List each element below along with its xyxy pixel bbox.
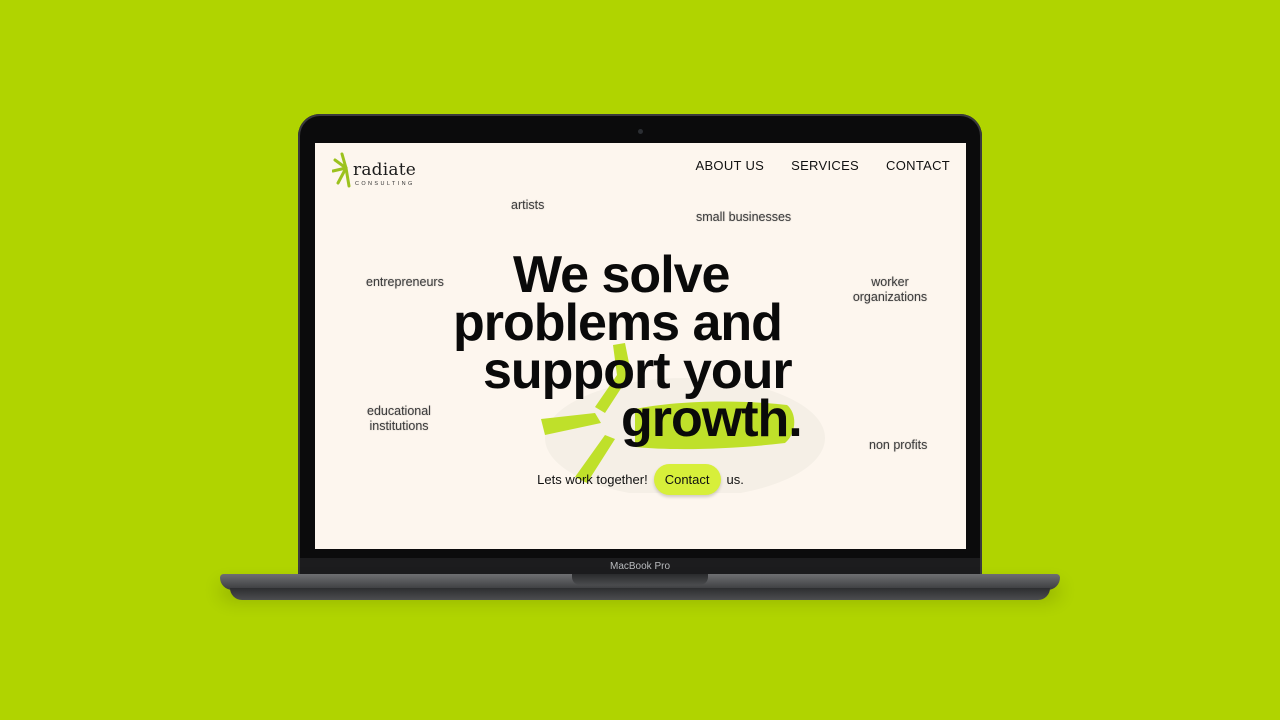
tag-artists: artists [511,198,545,212]
logo-wordmark: radiate [353,160,417,180]
nav-contact[interactable]: CONTACT [886,158,950,173]
camera-icon [638,129,643,134]
contact-button[interactable]: Contact [653,464,721,495]
headline-line: problems and [453,294,783,352]
tag-line: institutions [369,419,429,433]
hero-headline: We solve problems and support your growt… [435,249,875,445]
cta-prefix: Lets work together! [537,472,648,487]
nav-about-us[interactable]: ABOUT US [695,158,764,173]
tag-educational-institutions: educational institutions [362,404,436,434]
tag-entrepreneurs: entrepreneurs [366,275,444,289]
nav-services[interactable]: SERVICES [791,158,859,173]
main-nav: ABOUT US SERVICES CONTACT [695,158,950,173]
headline-line: We solve [513,246,730,304]
cta-suffix: us. [726,472,744,487]
tag-small-businesses: small businesses [696,210,792,224]
logo[interactable]: radiate CONSULTING [332,152,422,188]
logo-subtitle: CONSULTING [355,181,415,187]
device-label: MacBook Pro [609,561,671,572]
cta-row: Lets work together! Contact us. [315,464,966,495]
headline-line: support your [483,342,793,400]
website-screen: radiate CONSULTING ABOUT US SERVICES CON… [315,143,966,549]
laptop-notch [572,574,708,585]
headline-line: growth. [621,390,803,448]
tag-line: educational [367,404,431,418]
laptop-base-bottom [230,588,1050,600]
mockup-stage: radiate CONSULTING ABOUT US SERVICES CON… [0,0,1280,720]
